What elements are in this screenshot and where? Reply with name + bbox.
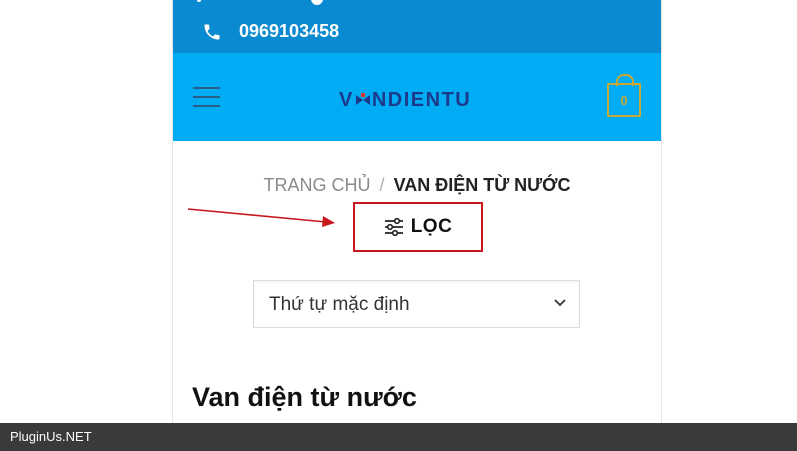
footer-bar: PluginUs.NET — [0, 423, 797, 451]
annotation-arrow-icon — [187, 208, 335, 227]
site-logo[interactable]: V NDIENTU — [339, 89, 471, 111]
site-header: V NDIENTU 0 — [173, 53, 661, 141]
phone-number[interactable]: 0969103458 — [239, 20, 339, 42]
partial-top-icon — [311, 0, 323, 5]
sort-order-select[interactable]: Thứ tự mặc định — [253, 280, 580, 328]
page-title: Van điện từ nước — [192, 382, 417, 412]
partial-top-icon-left — [197, 0, 201, 2]
filter-label: LỌC — [410, 216, 453, 237]
cart-count: 0 — [607, 83, 641, 117]
sliders-icon — [384, 218, 403, 236]
filter-button[interactable]: LỌC — [353, 202, 483, 252]
breadcrumb-home-link[interactable]: TRANG CHỦ — [264, 175, 371, 195]
cart-button[interactable]: 0 — [607, 74, 641, 117]
logo-text-start: V — [339, 88, 354, 111]
watermark-text: PluginUs.NET — [10, 429, 92, 444]
logo-valve-mark — [355, 93, 370, 105]
logo-text-end: NDIENTU — [371, 88, 472, 111]
breadcrumb-separator: / — [379, 175, 385, 195]
top-bar: 0969103458 — [173, 0, 661, 53]
chevron-down-icon — [554, 299, 566, 307]
sort-selected-value: Thứ tự mặc định — [269, 294, 410, 315]
breadcrumb: TRANG CHỦ / VAN ĐIỆN TỪ NƯỚC — [173, 174, 661, 196]
breadcrumb-current: VAN ĐIỆN TỪ NƯỚC — [393, 175, 571, 195]
hamburger-menu-icon[interactable] — [193, 87, 220, 107]
phone-icon — [204, 24, 220, 40]
